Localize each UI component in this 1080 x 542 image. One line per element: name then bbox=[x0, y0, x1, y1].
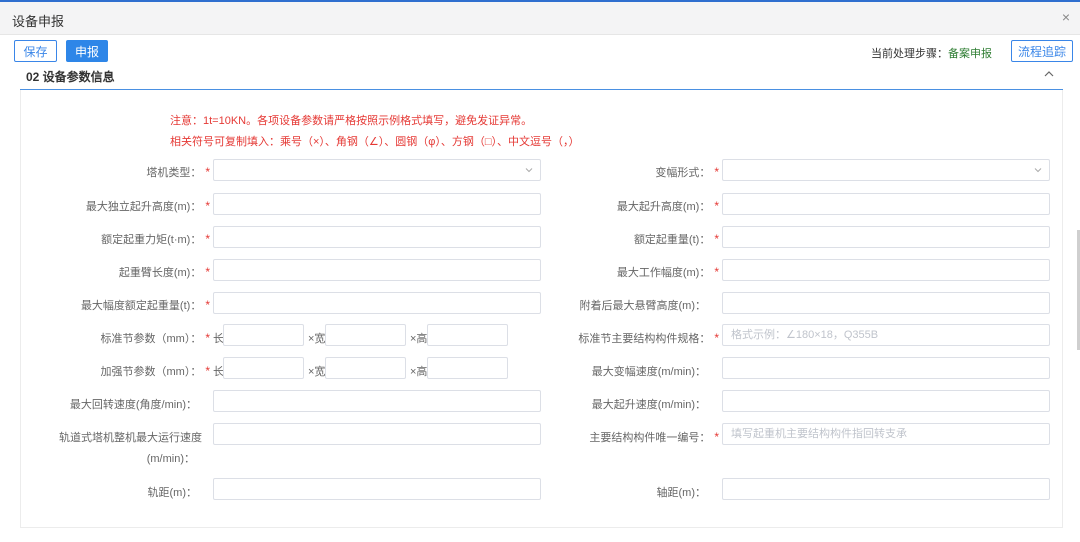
std-width-input[interactable] bbox=[325, 324, 406, 346]
rail-speed-label-line2: (m/min)： bbox=[146, 453, 195, 465]
current-step-value: 备案申报 bbox=[948, 48, 992, 60]
max-hoist-speed-label: 最大起升速度(m/min)： bbox=[591, 399, 706, 411]
max-lift-height-input[interactable] bbox=[722, 193, 1050, 215]
cantilever-height-label: 附着后最大悬臂高度(m)： bbox=[579, 300, 707, 312]
tower-type-select[interactable] bbox=[213, 159, 541, 181]
main-member-id-label: 主要结构构件唯一编号： * bbox=[589, 430, 719, 444]
notice-line-1: 注意：1t=10KN。各项设备参数请严格按照示例格式填写，避免发证异常。 bbox=[170, 115, 533, 127]
rated-load-input[interactable] bbox=[722, 226, 1050, 248]
std-section-label: 标准节参数（mm）： * bbox=[100, 331, 211, 345]
jib-length-input[interactable] bbox=[213, 259, 541, 281]
trace-button[interactable]: 流程追踪 bbox=[1011, 40, 1073, 62]
std-height-input[interactable] bbox=[427, 324, 508, 346]
tower-type-label: 塔机类型： * bbox=[146, 165, 210, 179]
main-member-id-input[interactable] bbox=[722, 423, 1050, 445]
max-radius-load-input[interactable] bbox=[213, 292, 541, 314]
gauge-input[interactable] bbox=[213, 478, 541, 500]
wheelbase-label: 轴距(m)： bbox=[656, 487, 707, 499]
std-member-spec-input[interactable] bbox=[722, 324, 1050, 346]
jib-length-label: 起重臂长度(m)： * bbox=[118, 265, 210, 279]
max-luffing-speed-label: 最大变幅速度(m/min)： bbox=[591, 366, 706, 378]
wheelbase-input[interactable] bbox=[722, 478, 1050, 500]
rated-moment-label: 额定起重力矩(t·m)： * bbox=[101, 232, 210, 246]
rf-length-input[interactable] bbox=[223, 357, 304, 379]
notice-line-2: 相关符号可复制填入：乘号（×）、角钢（∠）、圆钢（φ）、方钢（□）、中文逗号（，… bbox=[170, 136, 580, 148]
max-radius-load-label: 最大幅度额定起重量(t)： * bbox=[80, 298, 210, 312]
chevron-down-icon bbox=[1034, 168, 1042, 173]
max-radius-label: 最大工作幅度(m)： * bbox=[616, 265, 719, 279]
chevron-down-icon bbox=[525, 168, 533, 173]
current-step: 当前处理步骤：备案申报 bbox=[871, 45, 992, 61]
std-member-spec-label: 标准节主要结构构件规格： * bbox=[578, 331, 719, 345]
rf-width-input[interactable] bbox=[325, 357, 406, 379]
max-lift-height-label: 最大起升高度(m)： * bbox=[616, 199, 719, 213]
max-free-height-input[interactable] bbox=[213, 193, 541, 215]
rf-height-input[interactable] bbox=[427, 357, 508, 379]
dialog-title: 设备申报 bbox=[12, 14, 65, 29]
std-width-label: ×宽 bbox=[308, 333, 326, 345]
max-hoist-speed-input[interactable] bbox=[722, 390, 1050, 412]
gauge-label: 轨距(m)： bbox=[147, 487, 198, 499]
luffing-form-select[interactable] bbox=[722, 159, 1050, 181]
max-free-height-label: 最大独立起升高度(m)： * bbox=[85, 199, 210, 213]
rf-width-label: ×宽 bbox=[308, 366, 326, 378]
luffing-form-label: 变幅形式： * bbox=[655, 165, 719, 179]
close-icon[interactable]: × bbox=[1062, 9, 1070, 25]
max-luffing-speed-input[interactable] bbox=[722, 357, 1050, 379]
dialog-titlebar: 设备申报 × bbox=[0, 2, 1080, 35]
max-radius-input[interactable] bbox=[722, 259, 1050, 281]
rail-speed-input[interactable] bbox=[213, 423, 541, 445]
chevron-up-icon[interactable] bbox=[1043, 68, 1055, 80]
rated-moment-input[interactable] bbox=[213, 226, 541, 248]
current-step-label: 当前处理步骤： bbox=[871, 48, 948, 60]
max-slew-speed-input[interactable] bbox=[213, 390, 541, 412]
reinforced-section-label: 加强节参数（mm）： * bbox=[100, 364, 211, 378]
rf-height-label: ×高 bbox=[410, 366, 428, 378]
rated-load-label: 额定起重量(t)： * bbox=[633, 232, 719, 246]
rail-speed-label-line1: 轨道式塔机整机最大运行速度 bbox=[59, 432, 202, 444]
cantilever-height-input[interactable] bbox=[722, 292, 1050, 314]
max-slew-speed-label: 最大回转速度(角度/min)： bbox=[69, 399, 197, 411]
std-height-label: ×高 bbox=[410, 333, 428, 345]
submit-button[interactable]: 申报 bbox=[66, 40, 108, 62]
std-length-input[interactable] bbox=[223, 324, 304, 346]
save-button[interactable]: 保存 bbox=[14, 40, 57, 62]
section-title: 02 设备参数信息 bbox=[26, 70, 115, 84]
